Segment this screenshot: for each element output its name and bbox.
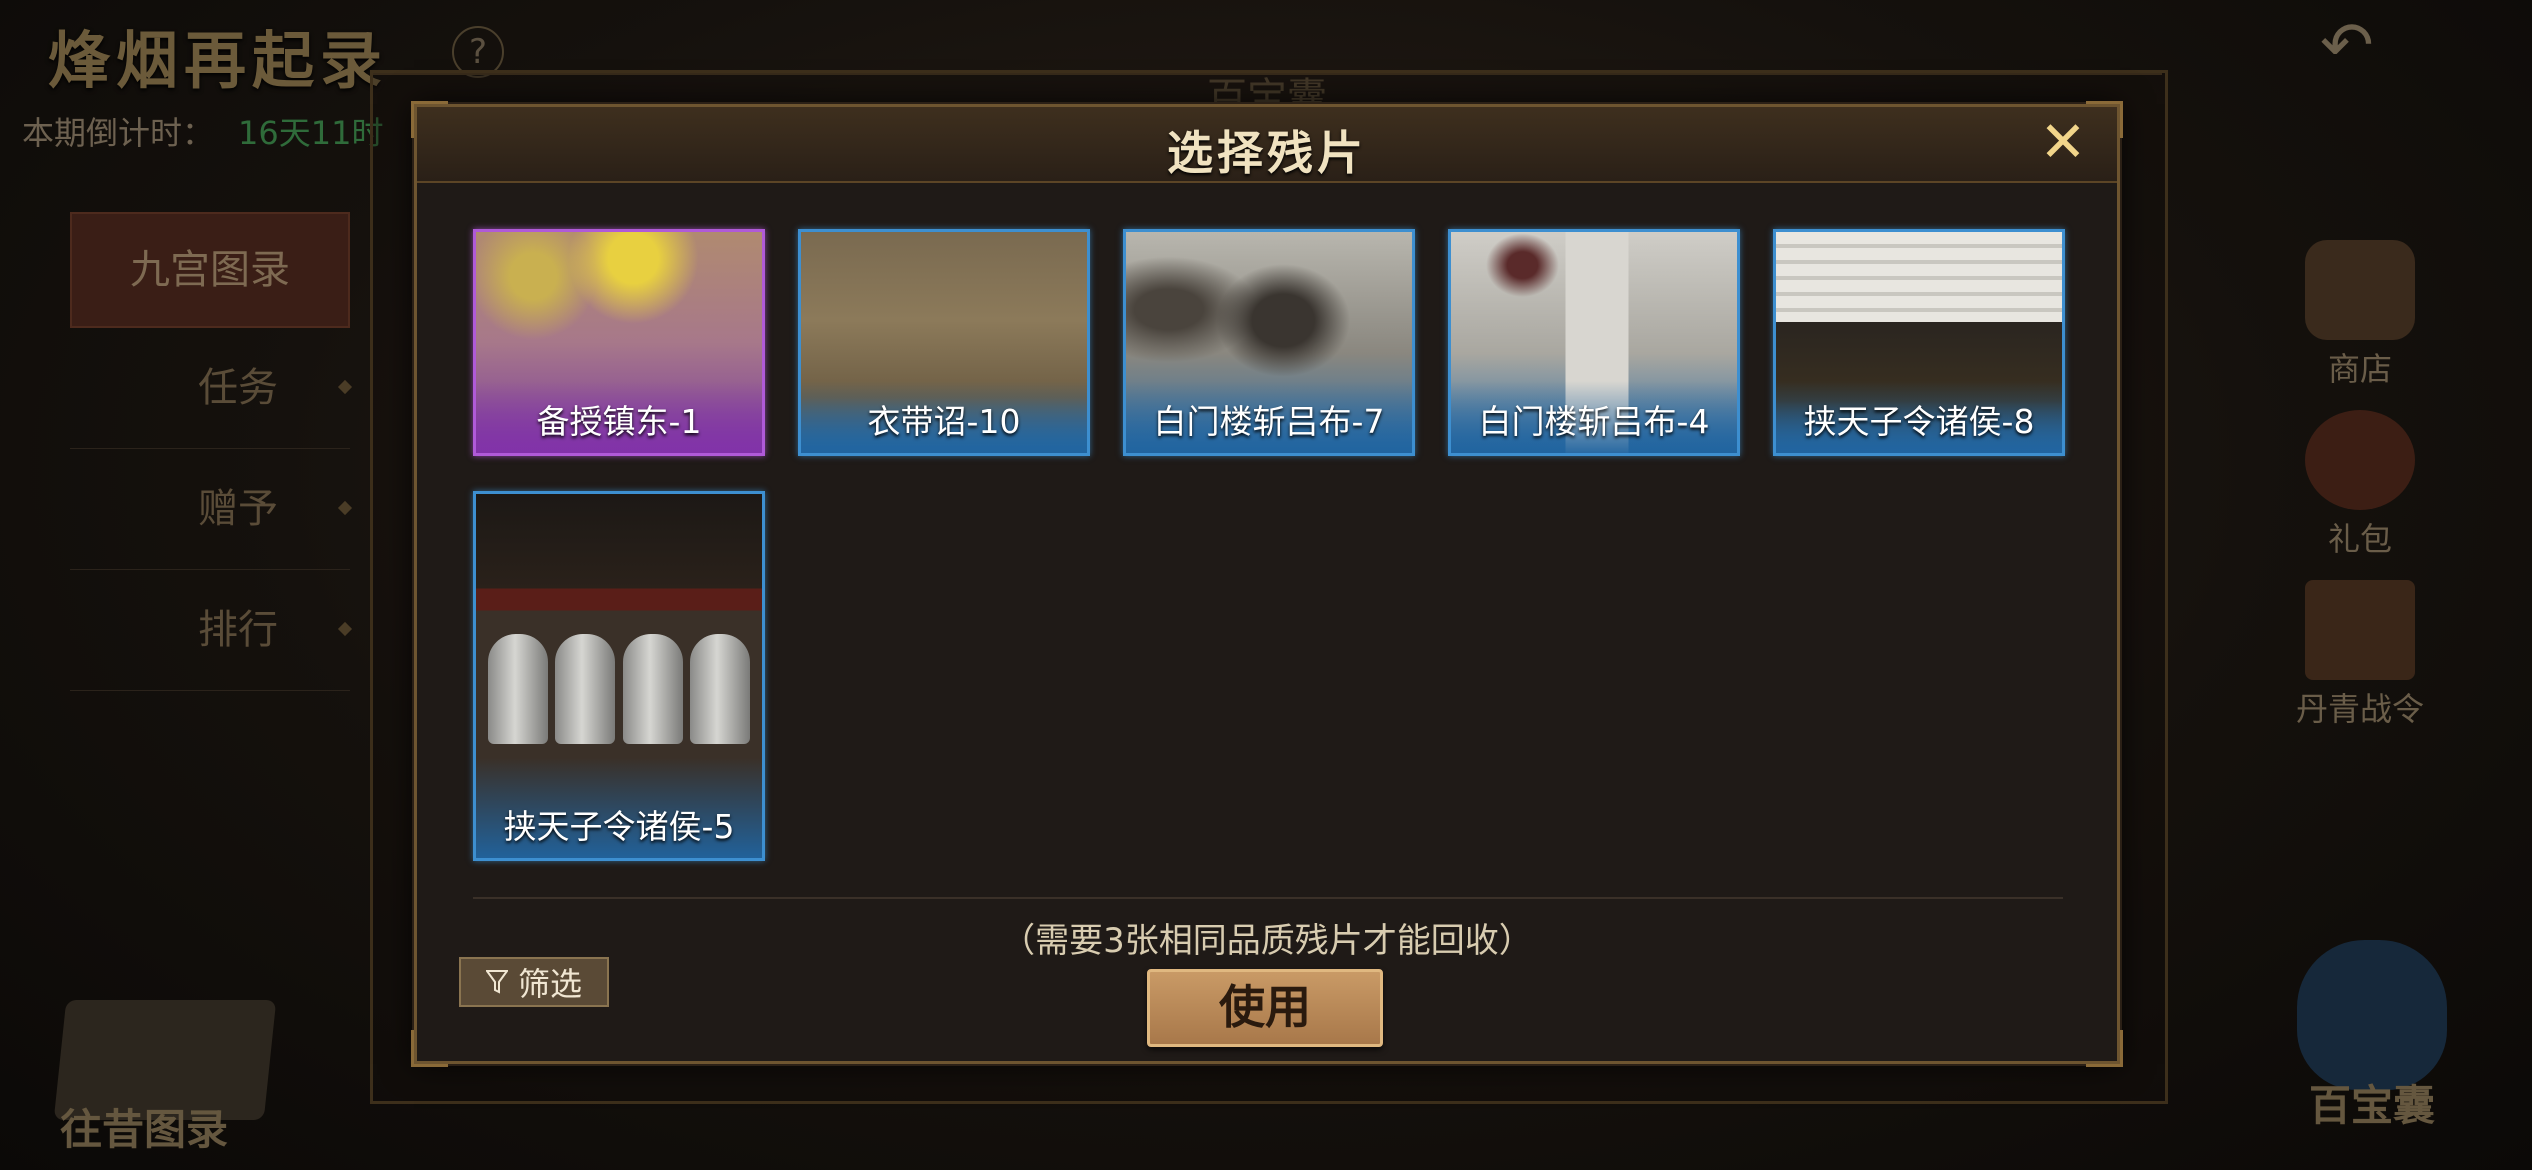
fragment-label: 备授镇东-1 xyxy=(536,402,702,441)
bell-shape xyxy=(689,634,750,744)
fragment-label: 挟天子令诸侯-5 xyxy=(503,807,735,846)
countdown: 本期倒计时： 16天11时 xyxy=(22,108,383,154)
diamond-icon xyxy=(337,379,353,395)
left-nav: 九宫图录 任务 赠予 排行 xyxy=(70,212,353,691)
fragment-card[interactable]: 白门楼斩吕布-7 xyxy=(1123,229,1415,456)
battle-pass-label: 丹青战令 xyxy=(2295,690,2424,728)
scroll-icon xyxy=(2305,580,2415,680)
treasure-bag-label: 百宝囊 xyxy=(2308,1081,2435,1130)
filter-label: 筛选 xyxy=(517,965,582,1003)
use-button[interactable]: 使用 xyxy=(1147,969,1383,1047)
fragment-card[interactable]: 衣带诏-10 xyxy=(798,229,1090,456)
corner-ornament xyxy=(411,1030,448,1067)
fragment-card[interactable]: 挟天子令诸侯-8 xyxy=(1773,229,2065,456)
nav-item-label: 赠予 xyxy=(198,486,278,532)
gift-label: 礼包 xyxy=(2327,520,2392,558)
fragment-card[interactable]: 挟天子令诸侯-5 xyxy=(473,491,765,861)
nav-item-rank[interactable]: 排行 xyxy=(70,570,353,691)
shop-label: 商店 xyxy=(2327,350,2392,388)
fragment-label: 挟天子令诸侯-8 xyxy=(1803,402,2035,441)
countdown-value: 16天11时 xyxy=(238,114,384,152)
countdown-label: 本期倒计时： xyxy=(22,114,215,152)
select-fragment-dialog: 选择残片 ✕ 备授镇东-1 衣带诏-10 白门楼斩吕布-7 白门楼斩吕布-4 挟… xyxy=(411,101,2123,1067)
event-title: 烽烟再起录 xyxy=(48,24,389,97)
funnel-icon xyxy=(485,970,508,994)
filter-button[interactable]: 筛选 xyxy=(459,957,609,1007)
dialog-title: 选择残片 xyxy=(1167,126,1367,180)
fragment-card[interactable]: 备授镇东-1 xyxy=(473,229,765,456)
fragment-label: 衣带诏-10 xyxy=(867,402,1021,441)
bell-shape xyxy=(622,634,683,744)
bell-shape xyxy=(488,634,548,744)
bells xyxy=(488,634,750,764)
shop-button[interactable]: 商店 xyxy=(2280,240,2440,410)
pouch-icon xyxy=(2297,940,2447,1090)
fragment-label: 白门楼斩吕布-4 xyxy=(1478,402,1710,441)
past-records-label: 往昔图录 xyxy=(60,1105,229,1154)
nav-item-label: 任务 xyxy=(198,365,278,411)
battle-pass-button[interactable]: 丹青战令 xyxy=(2280,580,2440,750)
gift-bag-icon xyxy=(2305,410,2415,510)
past-records-button[interactable]: 往昔图录 xyxy=(53,1000,320,1154)
nav-item-active[interactable]: 九宫图录 xyxy=(70,212,350,328)
recycle-hint: （需要3张相同品质残片才能回收） xyxy=(1001,921,1533,961)
nav-item-label: 排行 xyxy=(198,607,278,653)
diamond-icon xyxy=(337,621,353,637)
dialog-header: 选择残片 ✕ xyxy=(417,107,2117,183)
treasure-bag-button[interactable]: 百宝囊 xyxy=(2262,940,2482,1150)
right-nav: 商店 礼包 丹青战令 xyxy=(2280,240,2440,750)
fragment-label: 白门楼斩吕布-7 xyxy=(1153,402,1385,441)
close-icon[interactable]: ✕ xyxy=(2037,115,2089,171)
fragment-card[interactable]: 白门楼斩吕布-4 xyxy=(1448,229,1740,456)
divider xyxy=(473,897,2063,899)
back-arrow-icon[interactable]: ↶ xyxy=(2320,14,2410,78)
nav-item-gift[interactable]: 赠予 xyxy=(70,449,353,570)
chest-icon xyxy=(2305,240,2415,340)
bell-shape xyxy=(555,634,616,744)
gift-pack-button[interactable]: 礼包 xyxy=(2280,410,2440,580)
diamond-icon xyxy=(337,500,353,516)
nav-item-tasks[interactable]: 任务 xyxy=(70,328,353,449)
corner-ornament xyxy=(2086,1030,2123,1067)
